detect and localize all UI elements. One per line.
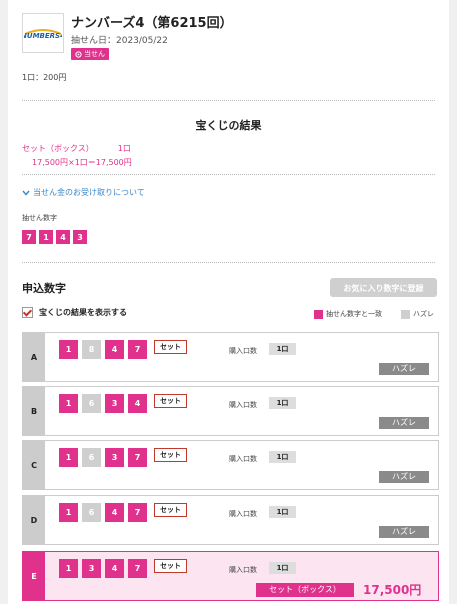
show-results-label: 宝くじの結果を表示する (39, 308, 127, 317)
entry-digit: 7 (128, 448, 147, 467)
entry-row: D 1 6 4 7 セット 購入口数 1口 ハズレ (22, 495, 439, 545)
divider (22, 262, 435, 263)
entry-digit: 6 (82, 503, 101, 522)
legend-match-label: 抽せん数字と一致 (326, 310, 382, 318)
row-win-type: セット（ボックス） (256, 583, 354, 597)
winning-numbers-label: 抽せん数字 (22, 214, 57, 222)
entry-section-title: 申込数字 (22, 282, 66, 295)
row-numbers: 1634 (59, 394, 147, 413)
winning-digit: 4 (56, 230, 70, 244)
win-type: セット（ボックス） (22, 144, 94, 153)
entry-row: E 1 3 4 7 セット 購入口数 1口 セット（ボックス） 17,500円 (22, 551, 439, 601)
badge-label: 当せん (84, 50, 105, 58)
winning-numbers: 7143 (22, 230, 87, 244)
quantity-value: 1口 (269, 397, 296, 409)
add-favorite-button[interactable]: お気に入り数字に登録 (330, 278, 437, 297)
entry-digit: 1 (59, 340, 78, 359)
winning-digit: 7 (22, 230, 36, 244)
quantity-label: 購入口数 (229, 347, 257, 355)
set-tag: セット (154, 503, 187, 517)
entry-row: B 1 6 3 4 セット 購入口数 1口 ハズレ (22, 386, 439, 436)
entry-digit: 6 (82, 448, 101, 467)
entry-digit: 1 (59, 559, 78, 578)
entry-digit: 3 (82, 559, 101, 578)
quantity-value: 1口 (269, 562, 296, 574)
divider (22, 174, 435, 175)
entry-digit: 4 (105, 340, 124, 359)
win-count: 1口 (117, 144, 131, 153)
result-section-title: 宝くじの結果 (195, 119, 262, 132)
entry-row: A 1 8 4 7 セット 購入口数 1口 ハズレ (22, 332, 439, 382)
page-title: ナンバーズ4（第6215回） (71, 16, 233, 31)
entry-digit: 1 (59, 448, 78, 467)
chevron-down-icon (22, 190, 30, 196)
quantity-label: 購入口数 (229, 401, 257, 409)
entry-digit: 7 (128, 559, 147, 578)
row-label: D (23, 496, 45, 544)
win-calculation: 17,500円×1口＝17,500円 (32, 158, 132, 167)
draw-date: 抽せん日：2023/05/22 (71, 36, 168, 46)
winning-digit: 3 (73, 230, 87, 244)
row-numbers: 1847 (59, 340, 147, 359)
row-label: B (23, 387, 45, 435)
legend-miss-swatch (401, 309, 410, 319)
entry-digit: 4 (105, 503, 124, 522)
entry-row: C 1 6 3 7 セット 購入口数 1口 ハズレ (22, 440, 439, 490)
medal-icon (75, 50, 82, 58)
win-summary: セット（ボックス） 1口 (22, 143, 131, 154)
row-result: ハズレ (379, 363, 429, 375)
quantity-value: 1口 (269, 451, 296, 463)
entry-digit: 6 (82, 394, 101, 413)
entry-digit: 3 (105, 394, 124, 413)
row-result: ハズレ (379, 526, 429, 538)
row-label: E (23, 552, 45, 600)
entry-digit: 4 (105, 559, 124, 578)
row-win-amount: 17,500円 (363, 583, 422, 597)
quantity-value: 1口 (269, 506, 296, 518)
winning-badge: 当せん (71, 48, 109, 60)
entry-digit: 4 (128, 394, 147, 413)
set-tag: セット (154, 448, 187, 462)
row-label: C (23, 441, 45, 489)
row-result: ハズレ (379, 471, 429, 483)
quantity-value: 1口 (269, 343, 296, 355)
entry-digit: 8 (82, 340, 101, 359)
row-numbers: 1647 (59, 503, 147, 522)
unit-price: 1口：200円 (22, 73, 67, 82)
quantity-label: 購入口数 (229, 510, 257, 518)
numbers4-logo: NUMBERS4 (22, 13, 64, 53)
svg-text:NUMBERS4: NUMBERS4 (24, 32, 62, 40)
row-numbers: 1637 (59, 448, 147, 467)
set-tag: セット (154, 340, 187, 354)
show-results-toggle[interactable]: 宝くじの結果を表示する (22, 307, 127, 318)
legend-miss: ハズレ (401, 309, 434, 319)
quantity-label: 購入口数 (229, 455, 257, 463)
divider (22, 100, 435, 101)
numbers4-logo-mark: NUMBERS4 (24, 29, 62, 40)
entry-digit: 1 (59, 394, 78, 413)
receive-info-link[interactable]: 当せん金のお受け取りについて (22, 187, 145, 198)
show-results-checkbox[interactable] (22, 307, 33, 318)
entry-digit: 3 (105, 448, 124, 467)
legend-match: 抽せん数字と一致 (314, 309, 382, 319)
lottery-result-page: NUMBERS4 ナンバーズ4（第6215回） 抽せん日：2023/05/22 … (8, 0, 449, 604)
row-result: ハズレ (379, 417, 429, 429)
set-tag: セット (154, 559, 187, 573)
legend-miss-label: ハズレ (413, 310, 434, 318)
row-label: A (23, 333, 45, 381)
legend-match-swatch (314, 309, 323, 319)
winning-digit: 1 (39, 230, 53, 244)
quantity-label: 購入口数 (229, 566, 257, 574)
receive-link-label: 当せん金のお受け取りについて (33, 188, 145, 197)
entry-digit: 7 (128, 340, 147, 359)
entry-digit: 1 (59, 503, 78, 522)
row-numbers: 1347 (59, 559, 147, 578)
entry-digit: 7 (128, 503, 147, 522)
set-tag: セット (154, 394, 187, 408)
